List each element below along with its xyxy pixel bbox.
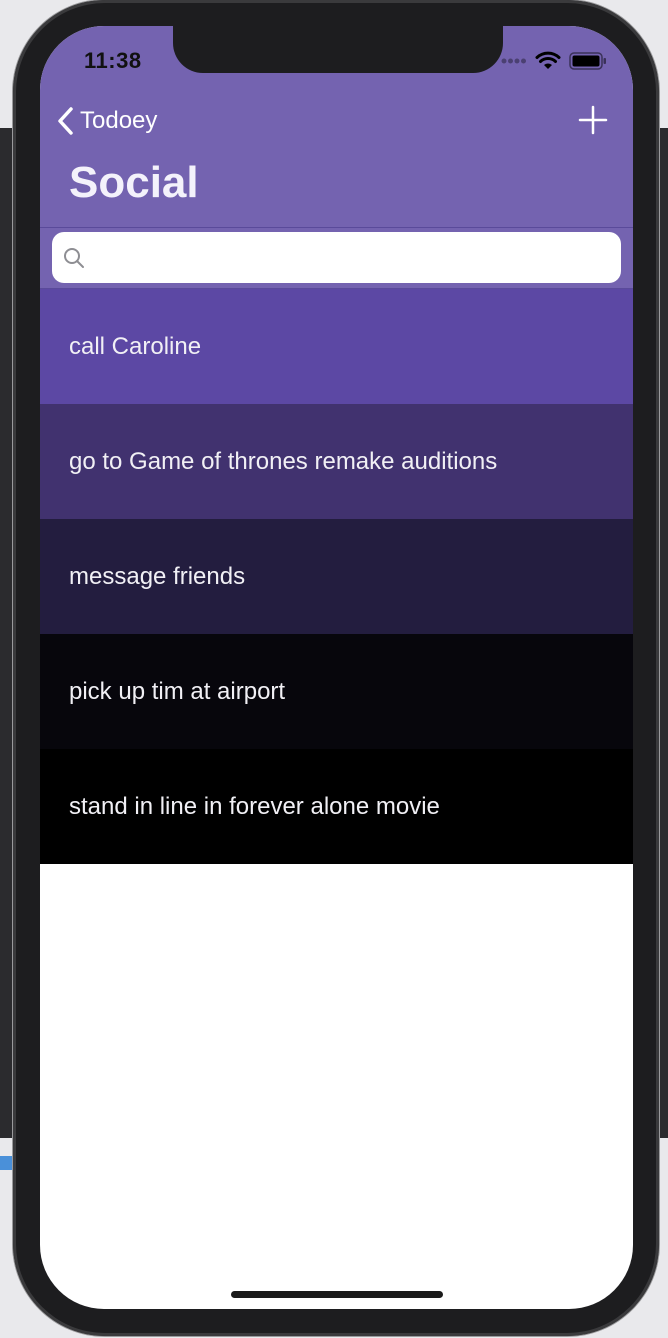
search-icon — [64, 247, 84, 268]
list-item[interactable]: go to Game of thrones remake auditions — [40, 404, 633, 519]
phone-screen: 11:38 Todoey Social call Caroline go to … — [40, 26, 633, 1309]
list-item[interactable]: call Caroline — [40, 289, 633, 404]
device-notch — [173, 26, 503, 73]
list-item[interactable]: message friends — [40, 519, 633, 634]
list-item-label: pick up tim at airport — [69, 677, 286, 705]
desktop-background: 11:38 Todoey Social call Caroline go to … — [0, 0, 668, 1338]
phone-frame: 11:38 Todoey Social call Caroline go to … — [13, 0, 659, 1336]
list-item-label: go to Game of thrones remake auditions — [69, 447, 498, 475]
list-item[interactable]: stand in line in forever alone movie — [40, 749, 633, 864]
chevron-left-icon — [58, 107, 73, 135]
list-item-label: call Caroline — [69, 332, 202, 360]
list-item[interactable]: pick up tim at airport — [40, 634, 633, 749]
list-item-label: stand in line in forever alone movie — [69, 792, 440, 820]
add-item-button[interactable] — [575, 102, 611, 138]
home-indicator[interactable] — [231, 1291, 443, 1298]
back-button[interactable]: Todoey — [56, 104, 157, 138]
wifi-icon — [535, 51, 561, 69]
list-item-label: message friends — [69, 562, 246, 590]
cellular-signal-icon — [501, 58, 526, 64]
plus-icon — [578, 105, 608, 135]
page-title: Social — [69, 158, 199, 207]
search-bar — [40, 228, 633, 289]
back-button-label: Todoey — [80, 107, 158, 134]
status-icons — [501, 50, 607, 72]
search-input[interactable] — [86, 236, 621, 279]
todo-list: call Caroline go to Game of thrones rema… — [40, 289, 633, 864]
battery-icon — [569, 52, 606, 70]
status-time: 11:38 — [84, 48, 142, 73]
search-field[interactable] — [52, 232, 621, 283]
